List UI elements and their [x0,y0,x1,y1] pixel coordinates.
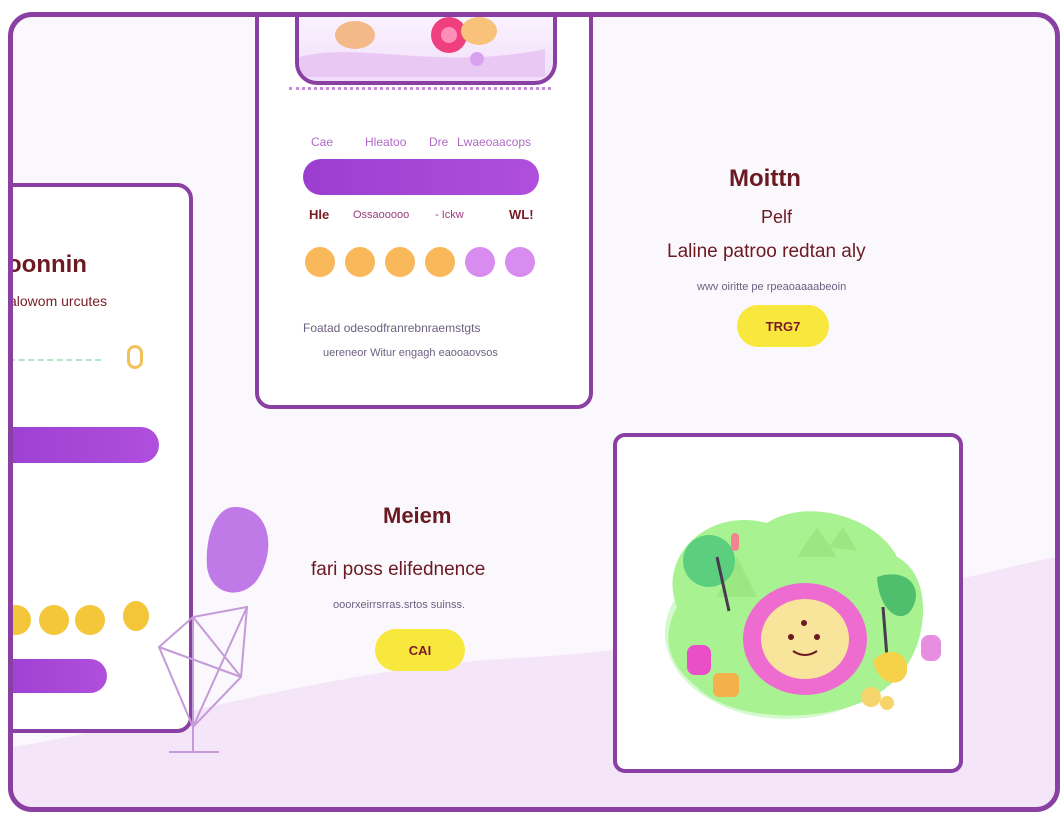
right-cta-button[interactable]: TRG7 [737,305,829,347]
center-title: Meiem [383,503,452,528]
top-card-nav-link-3[interactable]: Dre [429,135,448,149]
left-card-dot-4 [123,601,149,631]
left-card-dot-2 [39,605,69,635]
app-frame: oonnin alowom urcutes Cae Hleatoo Dre Lw… [8,12,1060,812]
food-illustration [299,17,545,77]
center-cta-button[interactable]: CAI [375,629,465,671]
top-card-dot-3[interactable] [385,247,415,277]
left-card-dot-3 [75,605,105,635]
top-card-primary-button[interactable] [303,159,539,195]
top-card-dot-1[interactable] [305,247,335,277]
top-card-label-4: WL! [509,207,534,222]
left-card-input-line[interactable] [13,359,101,361]
top-card-dot-2[interactable] [345,247,375,277]
top-card-dot-4[interactable] [425,247,455,277]
top-card-image-dashed [289,87,551,90]
left-card-subtitle: alowom urcutes [9,293,108,309]
top-card: Cae Hleatoo Dre Lwaeoaacops Hle Ossaoooo… [255,17,593,409]
left-card-badge [127,345,143,369]
illustration-card [613,433,963,773]
top-card-dot-6[interactable] [505,247,535,277]
center-caption: ooorxeirrsrras.srtos suinss. [333,599,466,611]
top-card-dot-5[interactable] [465,247,495,277]
top-card-body-line-1: Foatad odesodfranrebnraemstgts [303,321,481,335]
right-title: Moittn [729,165,801,192]
center-line-1: fari poss elifednence [311,559,486,580]
top-card-nav-link-2[interactable]: Hleatoo [365,135,406,149]
top-card-body-line-2: uereneor Witur engagh eaooaovsos [323,347,498,359]
left-card-dot-1 [13,605,31,635]
left-card-title: oonnin [8,251,87,278]
top-card-nav-link-4[interactable]: Lwaeoaacops [457,135,531,149]
right-line-2: Laline patroo redtan aly [667,241,866,262]
top-card-label-3: - Ickw [435,209,464,221]
garden-illustration [665,511,941,719]
plant-illustration [157,507,269,753]
left-card-primary-button[interactable] [13,427,159,463]
top-card-image [295,17,557,85]
right-line-1: Pelf [761,207,793,227]
right-caption: wwv oiritte pe rpeaoaaaabeoin [697,281,847,293]
top-card-label-1: Hle [309,207,330,222]
left-card-secondary-button[interactable] [13,659,107,693]
top-card-label-2: Ossaooooo [353,209,410,221]
top-card-nav-link-1[interactable]: Cae [311,135,333,149]
